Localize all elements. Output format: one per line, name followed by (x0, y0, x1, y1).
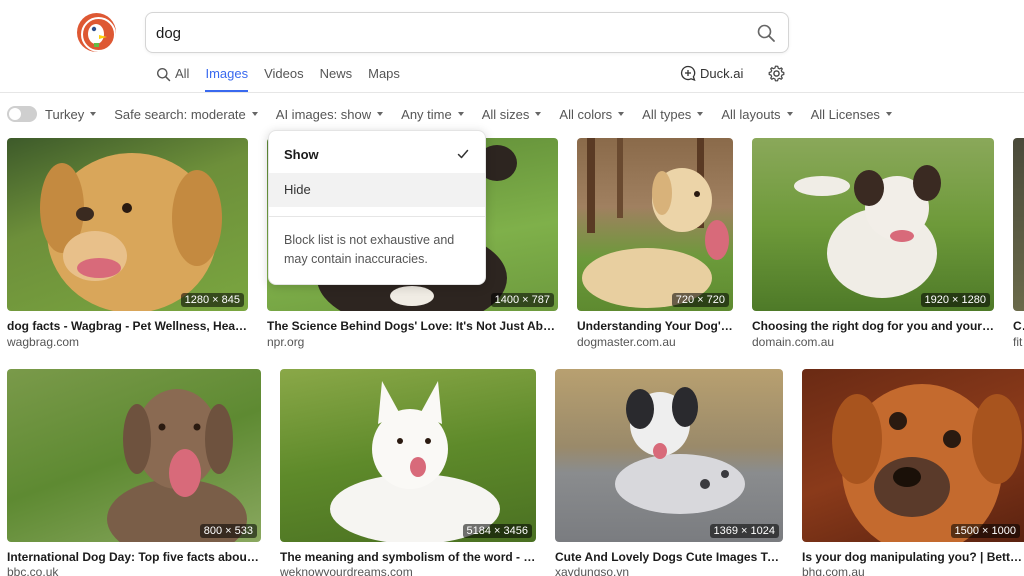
region-toggle[interactable] (7, 106, 37, 122)
result-site[interactable]: wagbrag.com (7, 335, 249, 349)
layout-filter[interactable]: All layouts (721, 106, 793, 122)
license-filter[interactable]: All Licenses (811, 107, 892, 122)
gear-icon[interactable] (768, 65, 785, 82)
result-image[interactable] (1013, 138, 1024, 311)
result-site[interactable]: dogmaster.com.au (577, 335, 734, 349)
option-label: Hide (284, 182, 311, 197)
filter-label: Safe search: moderate (114, 106, 246, 122)
result-image[interactable]: 800 × 533 (7, 369, 261, 542)
result-title[interactable]: The Science Behind Dogs' Love: It's Not … (267, 319, 559, 333)
result-image[interactable]: 1500 × 1000 (802, 369, 1024, 542)
result-image[interactable]: 1369 × 1024 (555, 369, 783, 542)
result-image[interactable]: 720 × 720 (577, 138, 733, 311)
caret-down-icon (618, 112, 625, 116)
checkmark-icon (457, 149, 469, 159)
filter-bar: Turkey Safe search: moderate AI images: … (7, 104, 910, 124)
caret-down-icon (535, 112, 542, 116)
safe-search-filter[interactable]: Safe search: moderate (114, 107, 258, 122)
result-site[interactable]: bhg.com.au (802, 565, 1024, 576)
result-title[interactable]: International Dog Day: Top five facts ab… (7, 550, 262, 564)
color-filter[interactable]: All colors (559, 106, 625, 122)
filter-label: All sizes (481, 106, 530, 122)
chat-bubble-icon (680, 65, 696, 81)
tab-all[interactable]: All (156, 64, 189, 92)
search-icon (157, 68, 171, 82)
result-title[interactable]: Choosing the right dog for you and your … (752, 319, 995, 333)
caret-down-icon (90, 112, 97, 116)
ai-images-filter[interactable]: AI images: show (275, 106, 384, 122)
tab-label: Maps (368, 66, 400, 81)
ai-images-option-show[interactable]: Show (269, 138, 485, 172)
result-title[interactable]: The meaning and symbolism of the word - … (280, 550, 536, 564)
image-dimensions: 800 × 533 (199, 524, 257, 538)
caret-down-icon (377, 112, 384, 116)
filter-label: Turkey (45, 106, 85, 122)
result-title[interactable]: Cu (1013, 319, 1024, 333)
image-dimensions: 1280 × 845 (180, 293, 244, 307)
result-site[interactable]: weknowyourdreams.com (280, 565, 536, 576)
tab-images[interactable]: Images (205, 64, 248, 92)
size-filter[interactable]: All sizes (482, 107, 542, 122)
result-site[interactable]: fit (1013, 335, 1024, 349)
tab-videos[interactable]: Videos (264, 64, 304, 92)
image-dimensions: 1369 × 1024 (709, 524, 779, 538)
image-dimensions: 720 × 720 (671, 293, 729, 307)
page: All Images Videos News Maps Duck.ai Turk… (0, 0, 1024, 576)
tab-label: News (319, 66, 353, 81)
result-site[interactable]: bbc.co.uk (7, 565, 262, 576)
image-dimensions: 1400 × 787 (490, 293, 554, 307)
duck-ai-button[interactable]: Duck.ai (680, 65, 743, 81)
image-dimensions: 1920 × 1280 (920, 293, 990, 307)
ai-images-dropdown: Show Hide Block list is not exhaustive a… (268, 130, 486, 285)
result-site[interactable]: xaydungso.vn (555, 565, 784, 576)
search-box[interactable] (145, 12, 789, 53)
result-title[interactable]: Cute And Lovely Dogs Cute Images Top Dog… (555, 550, 784, 564)
tab-label: Videos (264, 66, 304, 81)
tab-news[interactable]: News (320, 64, 353, 92)
tab-maps[interactable]: Maps (368, 64, 400, 92)
result-site[interactable]: npr.org (267, 335, 559, 349)
option-label: Show (284, 147, 319, 162)
caret-down-icon (885, 112, 892, 116)
result-site[interactable]: domain.com.au (752, 335, 995, 349)
caret-down-icon (457, 112, 464, 116)
filter-label: All layouts (721, 106, 781, 122)
tab-label: Images (205, 66, 249, 81)
region-filter[interactable]: Turkey (45, 106, 97, 122)
search-icon[interactable] (756, 23, 776, 43)
filter-label: All types (642, 106, 692, 122)
type-filter[interactable]: All types (642, 106, 704, 122)
filter-label: All Licenses (810, 106, 880, 122)
tab-label: All (175, 66, 190, 81)
caret-down-icon (697, 112, 704, 116)
time-filter[interactable]: Any time (401, 107, 464, 122)
duckduckgo-logo[interactable] (77, 13, 116, 52)
result-image[interactable]: 1920 × 1280 (752, 138, 994, 311)
result-title[interactable]: Is your dog manipulating you? | Better H… (802, 550, 1024, 564)
caret-down-icon (786, 112, 793, 116)
header-divider (0, 92, 1024, 93)
search-tabs: All Images Videos News Maps (156, 64, 416, 92)
result-title[interactable]: dog facts - Wagbrag - Pet Wellness, Heal… (7, 319, 249, 333)
dropdown-disclaimer: Block list is not exhaustive and may con… (284, 233, 455, 266)
filter-label: AI images: show (275, 106, 372, 122)
result-title[interactable]: Understanding Your Dog's Behaviour (577, 319, 734, 333)
search-input[interactable] (156, 22, 736, 44)
filter-label: Any time (401, 106, 452, 122)
result-image[interactable]: 1280 × 845 (7, 138, 248, 311)
filter-label: All colors (559, 106, 613, 122)
caret-down-icon (251, 112, 258, 116)
dropdown-divider (269, 216, 485, 217)
image-dimensions: 1500 × 1000 (950, 524, 1020, 538)
ai-images-option-hide[interactable]: Hide (269, 173, 485, 207)
result-image[interactable]: 5184 × 3456 (280, 369, 536, 542)
image-dimensions: 5184 × 3456 (462, 524, 532, 538)
duck-ai-label: Duck.ai (700, 65, 744, 81)
